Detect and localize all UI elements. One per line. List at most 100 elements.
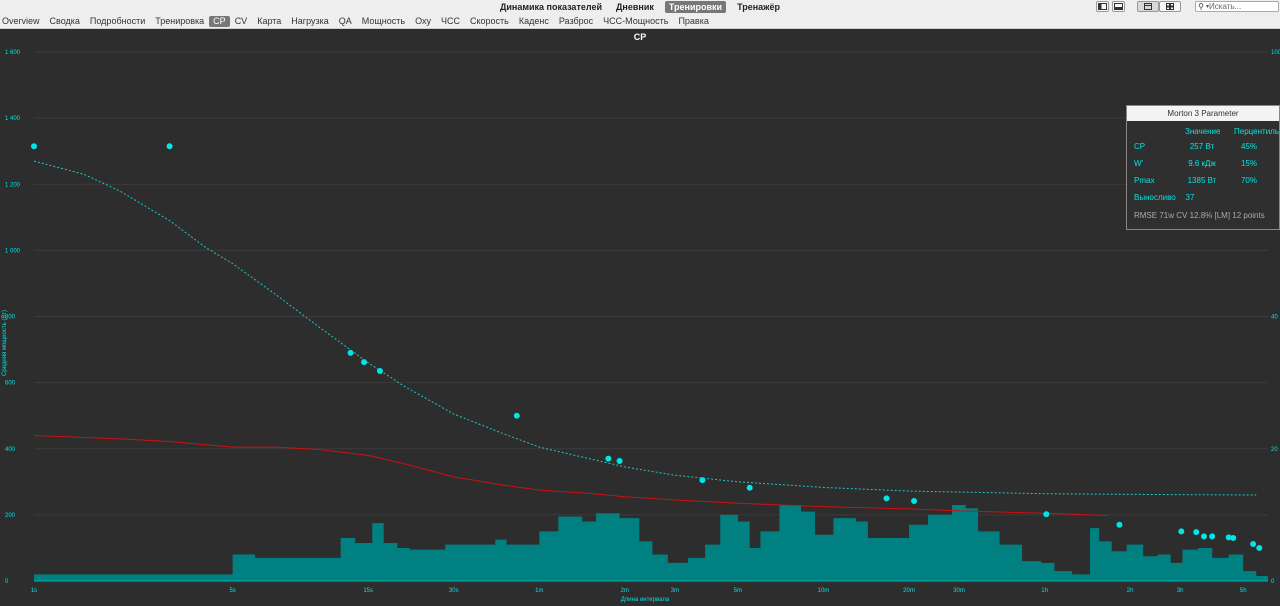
cp-chart-svg[interactable]: 02004006008001 0001 2001 4001 6000204060… (0, 30, 1280, 606)
x-tick-label: 5m (734, 588, 742, 594)
x-tick-label: 20m (903, 588, 915, 594)
best-point (361, 359, 368, 366)
best-point (883, 495, 890, 502)
model-curve (33, 160, 1257, 496)
param-name: W' (1134, 159, 1144, 168)
view-mode-group (1137, 1, 1181, 12)
tab-load[interactable]: Нагрузка (286, 16, 333, 27)
param-value: 1385 Вт (1187, 176, 1217, 185)
param-value: 37 (1185, 193, 1195, 202)
nav-item-trends[interactable]: Динамика показателей (497, 1, 605, 13)
x-axis-label: Длина интервала (620, 597, 670, 603)
y2-tick-label: 100 (1271, 50, 1280, 56)
tab-cadence[interactable]: Каденс (514, 16, 554, 27)
x-tick-label: 1h (1041, 588, 1048, 594)
main-nav: Динамика показателей Дневник Тренировки … (0, 0, 1280, 14)
toggle-bottom-bar-button[interactable] (1112, 1, 1125, 12)
best-point (605, 455, 612, 462)
param-percentile (1205, 193, 1245, 204)
param-row-pmax: Pmax 1385 Вт 70% (1127, 176, 1279, 187)
best-point (911, 497, 918, 504)
x-tick-label: 30s (449, 588, 459, 594)
activity-tab-bar: Overview Сводка Подробности Тренировка C… (0, 14, 1280, 29)
area-series (34, 504, 1268, 581)
best-point (746, 484, 753, 491)
panel-column-headers: Значение Перцентиль (1127, 127, 1279, 136)
tab-power[interactable]: Мощность (357, 16, 410, 27)
bottom-panel-icon (1114, 3, 1123, 10)
tab-oxy[interactable]: Охy (410, 16, 436, 27)
tabbed-view-button[interactable] (1137, 1, 1159, 12)
y-tick-label: 1 400 (5, 116, 21, 122)
window-tools (1096, 1, 1181, 12)
model-parameters-panel: Morton 3 Parameter Значение Перцентиль C… (1126, 105, 1280, 230)
param-value: 257 Вт (1189, 142, 1215, 151)
best-point (166, 143, 173, 150)
y2-tick-label: 40 (1271, 315, 1278, 321)
y-axis-label: Средняя мощность (Вт) (2, 310, 8, 376)
x-tick-label: 15s (363, 588, 373, 594)
nav-item-trainer[interactable]: Тренажёр (734, 1, 783, 13)
tab-overview[interactable]: Overview (0, 16, 45, 27)
tiled-view-button[interactable] (1159, 1, 1181, 12)
x-tick-label: 3m (671, 588, 679, 594)
toggle-sidebar-button[interactable] (1096, 1, 1109, 12)
best-point (1256, 544, 1263, 551)
search-box[interactable]: ⚲ ▾ (1195, 1, 1279, 12)
panel-title: Morton 3 Parameter (1127, 106, 1279, 121)
param-percentile: 70% (1240, 176, 1257, 185)
y2-tick-label: 20 (1271, 447, 1278, 453)
ride-curve (33, 435, 1108, 517)
best-point (1178, 528, 1185, 535)
best-point (1250, 540, 1257, 547)
chart-title: CP (633, 32, 647, 42)
tab-edit[interactable]: Правка (673, 16, 713, 27)
tab-workout[interactable]: Тренировка (150, 16, 209, 27)
tab-summary[interactable]: Сводка (45, 16, 85, 27)
y-tick-label: 400 (5, 447, 16, 453)
best-point (1043, 511, 1050, 518)
col-value-header: Значение (1185, 127, 1221, 136)
tab-map[interactable]: Карта (252, 16, 286, 27)
tab-qa[interactable]: QA (334, 16, 357, 27)
best-point (347, 349, 354, 356)
tab-details[interactable]: Подробности (85, 16, 150, 27)
cp-chart[interactable]: 02004006008001 0001 2001 4001 6000204060… (0, 30, 1280, 606)
best-point (1230, 535, 1237, 542)
best-point (31, 143, 37, 150)
best-point (1201, 533, 1208, 540)
y-tick-label: 1 200 (5, 182, 21, 188)
sidebar-icon (1098, 3, 1107, 10)
param-name: Выносливо (1134, 193, 1176, 202)
x-tick-label: 2m (621, 588, 629, 594)
tab-hr-power[interactable]: ЧСС-Мощность (598, 16, 673, 27)
x-tick-label: 30m (953, 588, 965, 594)
param-percentile: 45% (1240, 142, 1257, 151)
tab-cp[interactable]: CP (209, 15, 230, 27)
tab-speed[interactable]: Скорость (465, 16, 514, 27)
best-point (1116, 521, 1123, 528)
best-point (616, 457, 623, 464)
param-row-cp: CP 257 Вт 45% (1127, 142, 1279, 153)
nav-item-diary[interactable]: Дневник (613, 1, 657, 13)
x-tick-label: 10m (818, 588, 830, 594)
best-point (1193, 529, 1200, 536)
tab-scatter[interactable]: Разброс (554, 16, 598, 27)
y-tick-label: 1 600 (5, 50, 21, 56)
best-point (699, 477, 706, 484)
tab-hr[interactable]: ЧСС (436, 16, 465, 27)
x-tick-label: 5h (1240, 588, 1247, 594)
y2-tick-label: 0 (1271, 579, 1275, 585)
param-percentile: 15% (1240, 159, 1257, 168)
tabs-icon (1144, 3, 1152, 10)
nav-item-activities[interactable]: Тренировки (664, 1, 727, 13)
tiles-icon (1166, 3, 1174, 10)
tab-cv[interactable]: CV (230, 16, 253, 27)
x-tick-label: 1s (31, 588, 37, 594)
search-input[interactable] (1209, 2, 1270, 11)
param-name: CP (1134, 142, 1146, 151)
y-tick-label: 1 000 (5, 248, 21, 254)
x-tick-label: 1m (535, 588, 543, 594)
best-point (513, 412, 520, 419)
x-tick-label: 2h (1127, 588, 1134, 594)
